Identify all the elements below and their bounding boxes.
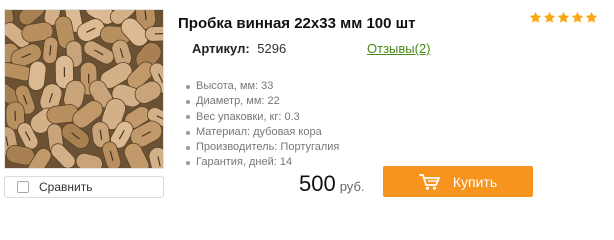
star-icon bbox=[543, 11, 556, 23]
compare-label: Сравнить bbox=[39, 180, 93, 194]
star-icon bbox=[529, 11, 542, 23]
compare-checkbox[interactable]: Сравнить bbox=[4, 176, 164, 198]
star-icon bbox=[585, 11, 598, 23]
sku-label: Артикул: bbox=[192, 41, 250, 56]
bullet-icon bbox=[186, 161, 190, 166]
product-image[interactable] bbox=[4, 9, 164, 169]
product-card: Сравнить Пробка винная 22х33 мм 100 шт А… bbox=[0, 0, 614, 240]
spec-item: Диаметр, мм: 22 bbox=[186, 94, 339, 109]
bullet-icon bbox=[186, 145, 190, 150]
spec-item: Производитель: Португалия bbox=[186, 140, 339, 155]
bullet-icon bbox=[186, 115, 190, 120]
product-title[interactable]: Пробка винная 22х33 мм 100 шт bbox=[178, 15, 416, 32]
price-currency: руб. bbox=[339, 179, 365, 194]
rating-stars bbox=[529, 11, 598, 24]
sku-value: 5296 bbox=[257, 41, 287, 56]
spec-item: Гарантия, дней: 14 bbox=[186, 155, 339, 170]
buy-button[interactable]: Купить bbox=[383, 166, 533, 197]
cart-icon bbox=[418, 173, 440, 190]
spec-item: Высота, мм: 33 bbox=[186, 79, 339, 94]
spec-item: Вес упаковки, кг: 0.3 bbox=[186, 110, 339, 125]
star-icon bbox=[571, 11, 584, 23]
star-icon bbox=[557, 11, 570, 23]
spec-item: Материал: дубовая кора bbox=[186, 125, 339, 140]
wine-corks-image bbox=[5, 10, 163, 168]
product-sku: Артикул: 5296 bbox=[192, 41, 286, 56]
product-price: 500 руб. bbox=[299, 171, 365, 197]
bullet-icon bbox=[186, 130, 190, 135]
bullet-icon bbox=[186, 84, 190, 89]
price-amount: 500 bbox=[299, 171, 336, 196]
reviews-link[interactable]: Отзывы(2) bbox=[367, 41, 431, 56]
checkbox-icon[interactable] bbox=[17, 181, 29, 193]
bullet-icon bbox=[186, 99, 190, 104]
spec-list: Высота, мм: 33 Диаметр, мм: 22 Вес упако… bbox=[186, 79, 339, 171]
buy-label: Купить bbox=[452, 173, 498, 190]
